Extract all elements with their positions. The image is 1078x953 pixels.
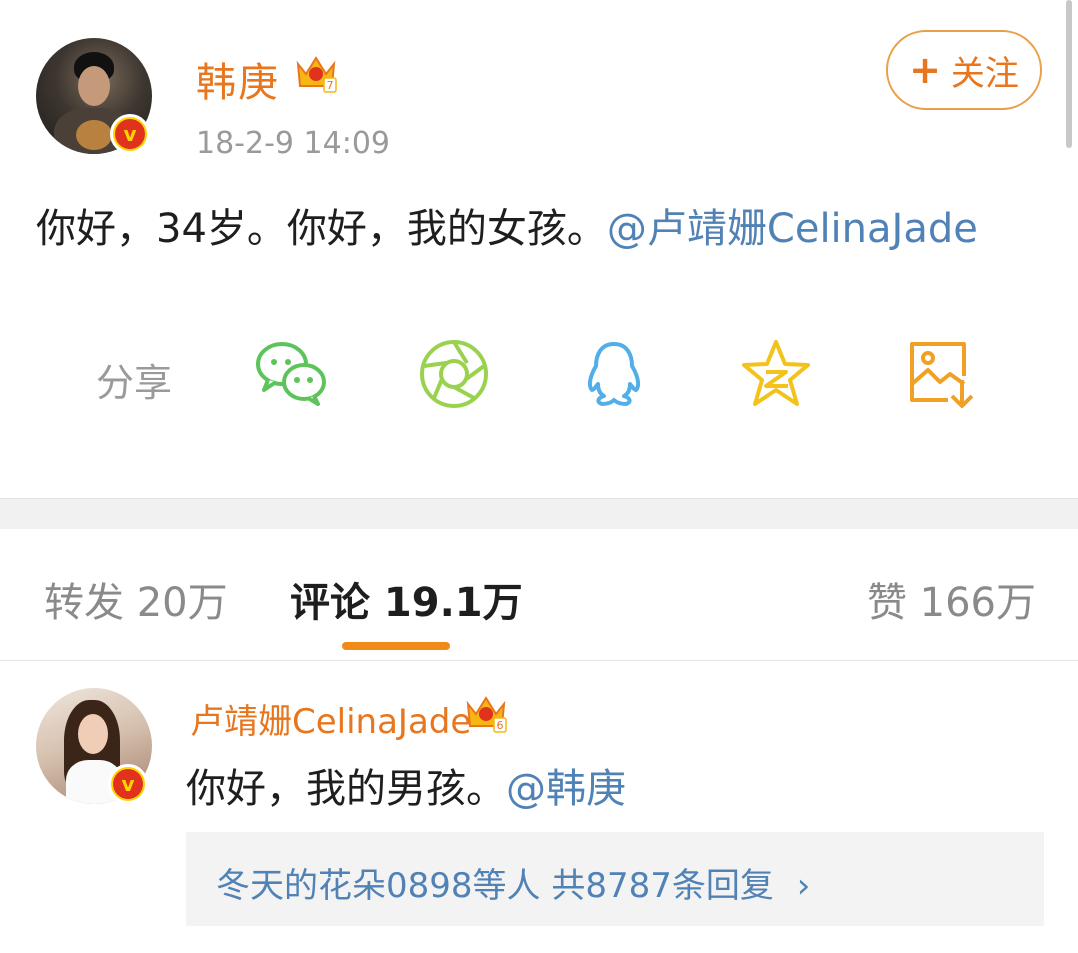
moments-icon[interactable] <box>416 336 492 412</box>
qq-icon[interactable] <box>576 336 652 412</box>
scrollbar[interactable] <box>1066 0 1072 148</box>
chevron-right-icon: › <box>796 866 811 906</box>
vip-crown-icon: 6 <box>466 696 507 733</box>
share-label: 分享 <box>96 361 173 405</box>
plus-icon: + <box>909 48 941 92</box>
save-image-icon[interactable] <box>904 336 980 412</box>
svg-text:7: 7 <box>327 79 334 92</box>
svg-text:6: 6 <box>497 719 504 732</box>
section-divider <box>0 498 1078 529</box>
tab-comments[interactable]: 评论 19.1万 <box>290 570 523 628</box>
post-text: 你好，34岁。你好，我的女孩。 <box>36 206 607 252</box>
post-timestamp: 18-2-9 14:09 <box>196 126 390 161</box>
author-name[interactable]: 韩庚 <box>196 50 280 108</box>
follow-button[interactable]: + 关注 <box>886 30 1042 110</box>
post-body: 你好，34岁。你好，我的女孩。@卢靖姗CelinaJade <box>36 196 978 254</box>
replies-summary-text: 冬天的花朵0898等人 共8787条回复 › <box>216 866 811 906</box>
post-mention-link[interactable]: @卢靖姗CelinaJade <box>607 206 978 252</box>
interaction-tabs: 转发 20万 评论 19.1万 赞 166万 <box>0 528 1078 661</box>
commenter-name[interactable]: 卢靖姗CelinaJade <box>190 694 471 743</box>
comment-mention-link[interactable]: @韩庚 <box>506 766 626 812</box>
qzone-icon[interactable] <box>738 336 814 412</box>
wechat-icon[interactable] <box>254 336 330 412</box>
verified-badge-icon: v <box>110 114 150 154</box>
tab-repost[interactable]: 转发 20万 <box>44 570 228 628</box>
tab-likes[interactable]: 赞 166万 <box>867 570 1036 628</box>
follow-label: 关注 <box>950 53 1019 94</box>
replies-summary[interactable]: 冬天的花朵0898等人 共8787条回复 › <box>186 832 1044 926</box>
comment-text: 你好，我的男孩。 <box>186 766 506 812</box>
comment-body: 你好，我的男孩。@韩庚 <box>186 756 626 814</box>
verified-badge-icon: v <box>108 764 148 804</box>
share-row: 分享 <box>0 336 1078 416</box>
vip-crown-icon: 7 <box>296 56 337 93</box>
active-tab-indicator <box>342 642 450 650</box>
